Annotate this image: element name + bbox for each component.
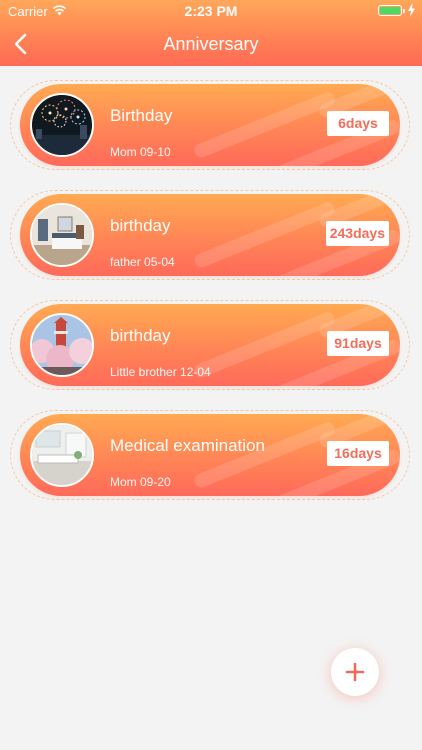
anniversary-card[interactable]: birthday father 05-04 243days: [20, 194, 400, 276]
anniversary-title: birthday: [110, 326, 171, 345]
nav-bar: Anniversary: [0, 22, 422, 66]
anniversary-title: Birthday: [110, 106, 173, 125]
kitchen-photo: [30, 423, 94, 487]
anniversary-card[interactable]: birthday Little brother 12-04 91days: [20, 304, 400, 386]
anniversary-card[interactable]: Birthday Mom 09-10 6days: [20, 84, 400, 166]
app-header: Carrier 2:23 PM Anniversary: [0, 0, 422, 66]
fireworks-photo: [30, 93, 94, 157]
clock: 2:23 PM: [184, 3, 238, 19]
anniversary-title: birthday: [110, 216, 171, 235]
anniversary-card[interactable]: Medical examination Mom 09-20 16days: [20, 414, 400, 496]
anniversary-card-frame: birthday father 05-04 243days: [10, 190, 410, 280]
add-anniversary-button[interactable]: [331, 648, 379, 696]
page-title: Anniversary: [163, 34, 259, 54]
anniversary-subtitle: father 05-04: [110, 255, 175, 269]
cherry-blossom-photo: [30, 313, 94, 377]
days-badge: 243days: [325, 221, 389, 246]
anniversary-subtitle: Little brother 12-04: [110, 365, 211, 379]
anniversary-subtitle: Mom 09-20: [110, 475, 171, 489]
charging-icon: [408, 3, 415, 17]
anniversary-title: Medical examination: [110, 436, 265, 455]
anniversary-card-frame: birthday Little brother 12-04 91days: [10, 300, 410, 390]
anniversary-card-frame: Birthday Mom 09-10 6days: [10, 80, 410, 170]
plus-icon: [345, 662, 365, 682]
days-badge: 16days: [327, 441, 389, 466]
status-bar: Carrier 2:23 PM: [0, 0, 422, 22]
bedroom-photo: [30, 203, 94, 267]
battery-icon: [378, 5, 405, 16]
days-badge: 91days: [327, 331, 389, 356]
anniversary-subtitle: Mom 09-10: [110, 145, 171, 159]
days-badge: 6days: [327, 111, 389, 136]
anniversary-card-frame: Medical examination Mom 09-20 16days: [10, 410, 410, 500]
